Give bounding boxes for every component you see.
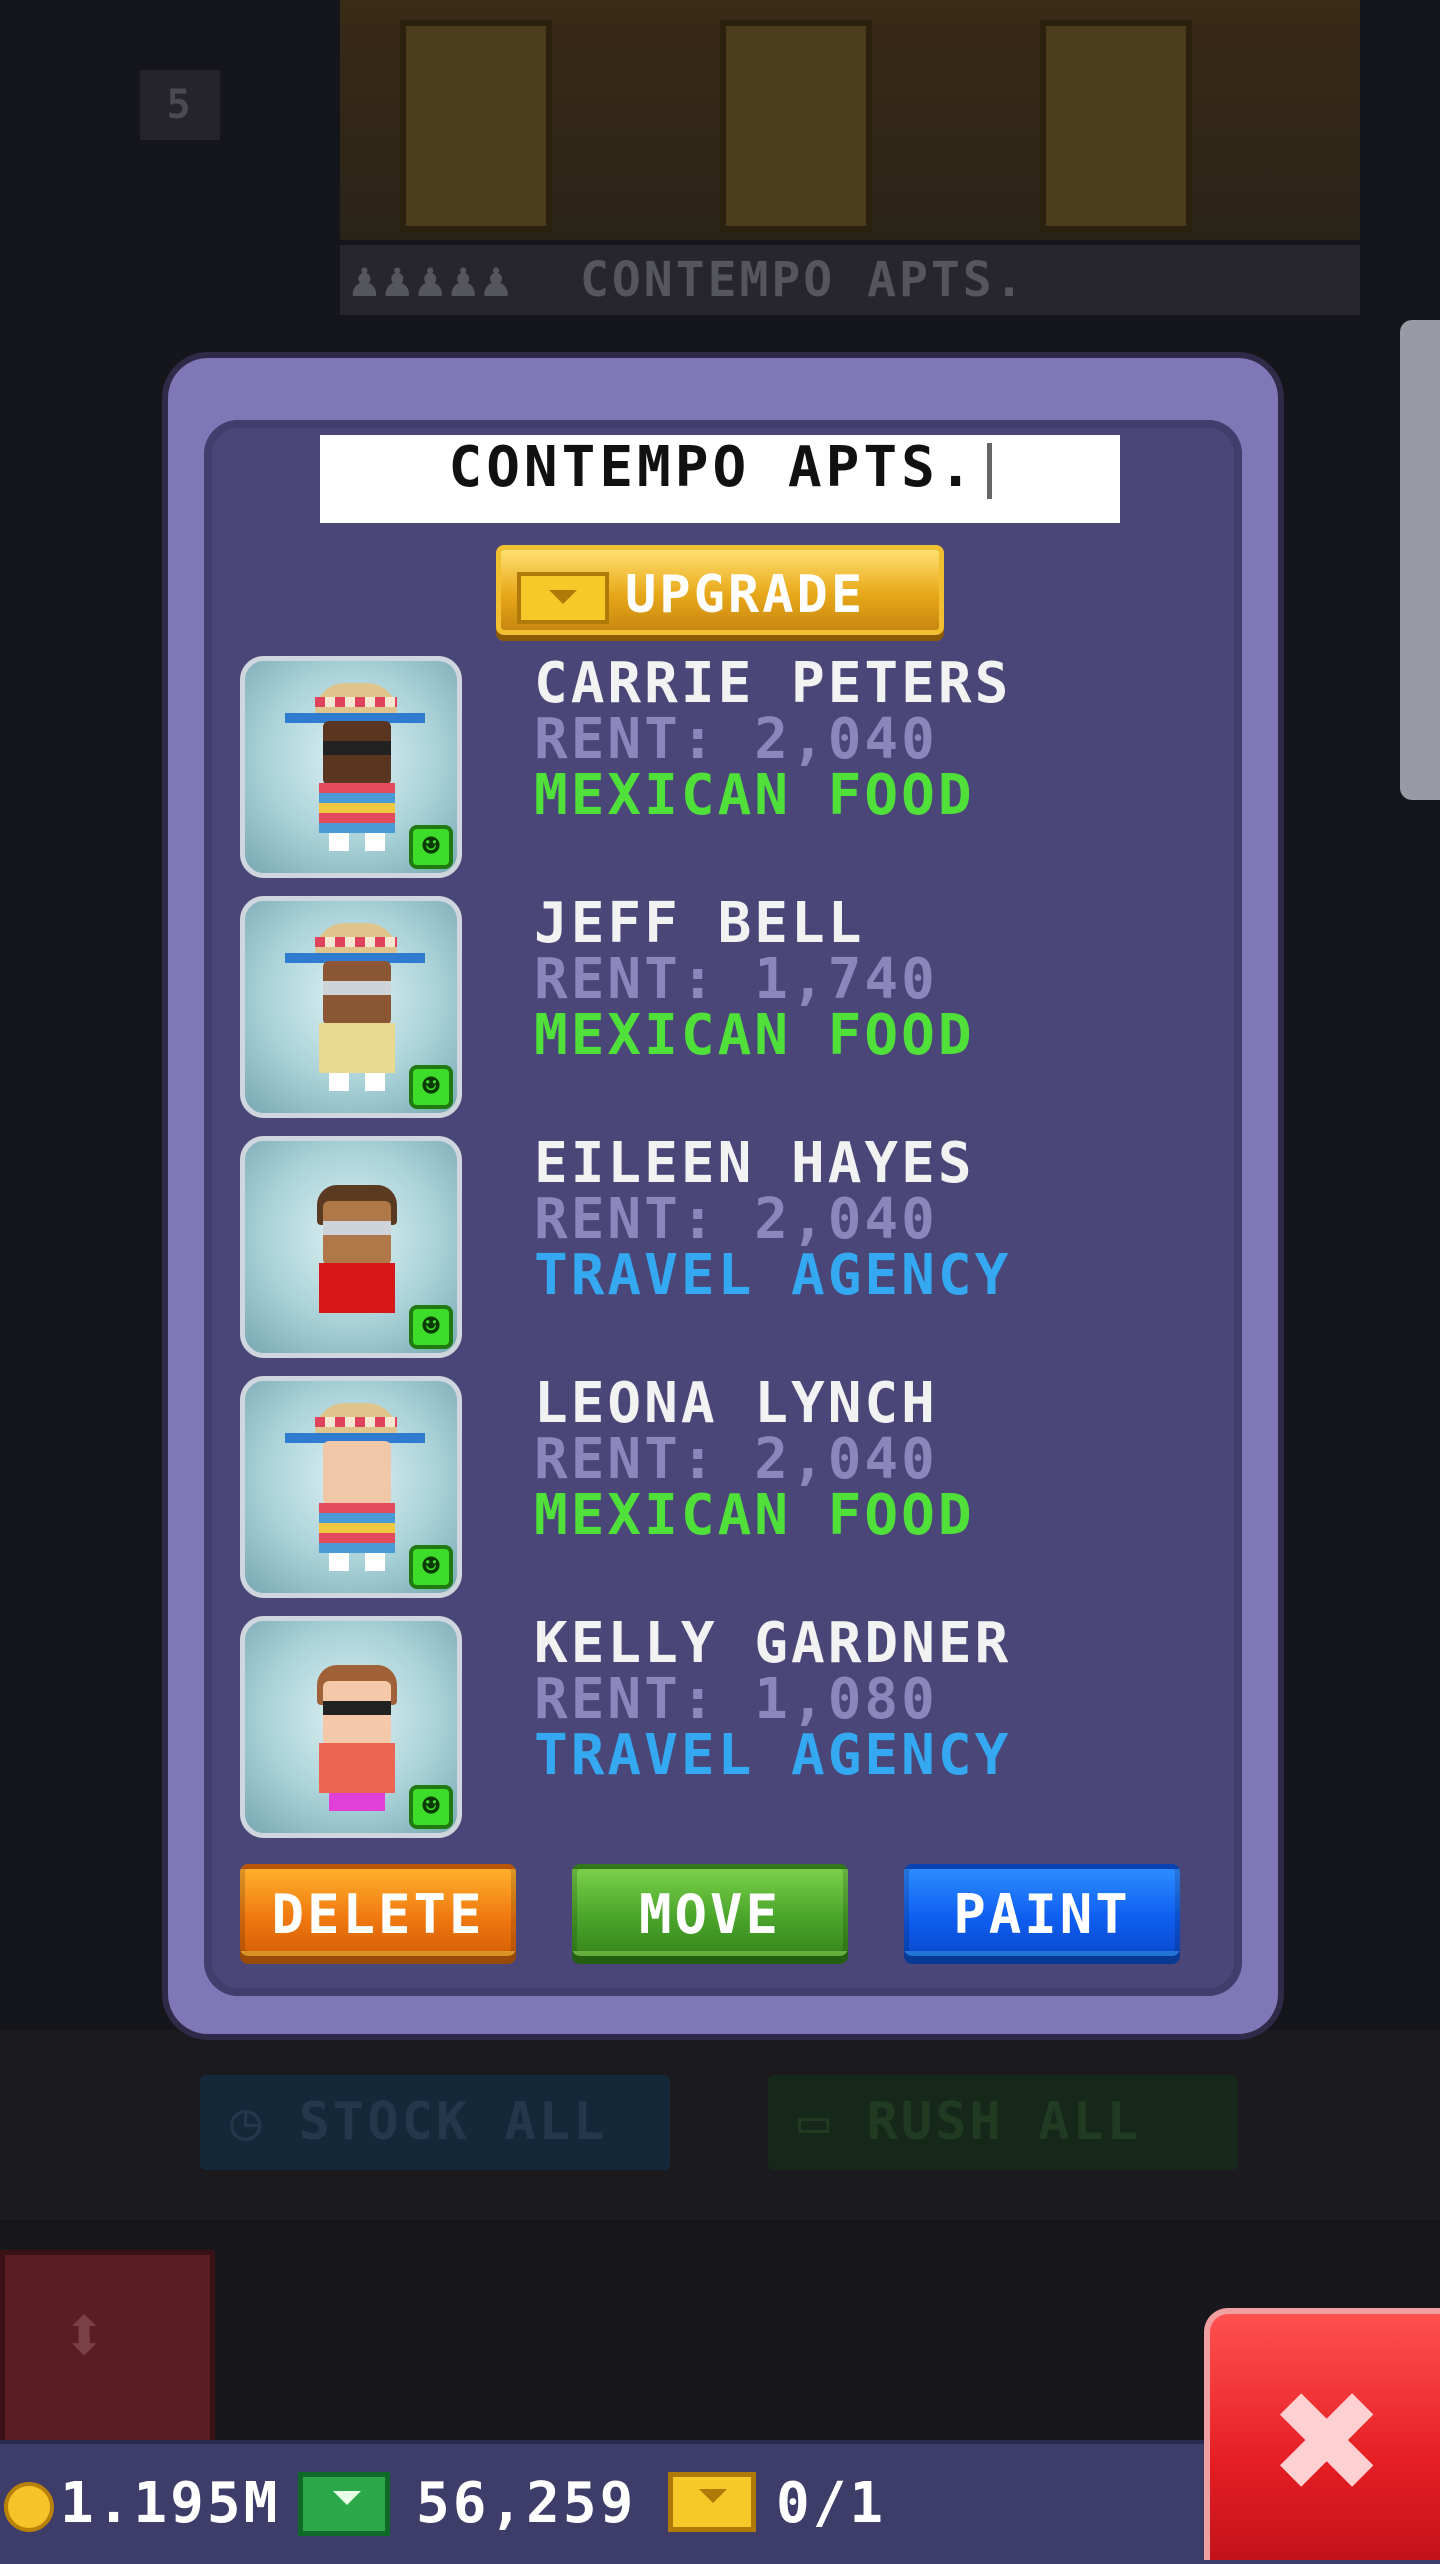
clock-icon: ◷ (230, 2092, 265, 2152)
floor-label: ♟♟♟♟♟ CONTEMPO APTS. (340, 245, 1360, 315)
floor-label-name: CONTEMPO APTS. (580, 252, 1027, 308)
resident-dream-job: MEXICAN FOOD (534, 763, 975, 828)
upgrade-label: UPGRADE (625, 565, 866, 625)
resident-row[interactable]: ☻ LEONA LYNCH RENT: 2,040 MEXICAN FOOD (240, 1371, 1200, 1602)
coin-icon (4, 2482, 54, 2532)
floor-window (1040, 20, 1192, 232)
cash-value: 56,259 (416, 2471, 637, 2536)
resident-row[interactable]: ☻ KELLY GARDNER RENT: 1,080 TRAVEL AGENC… (240, 1611, 1200, 1842)
delete-button[interactable]: DELETE (240, 1864, 516, 1956)
bux-icon: ▭ (798, 2092, 833, 2152)
close-button[interactable]: ✖ (1204, 2308, 1440, 2560)
resident-avatar[interactable]: ☻ (240, 1136, 462, 1358)
floor-name-value: CONTEMPO APTS. (448, 435, 977, 500)
close-icon: ✖ (1268, 2362, 1386, 2525)
bux-icon (517, 572, 609, 624)
bux-value: 0/1 (776, 2471, 887, 2536)
floor-window (720, 20, 872, 232)
resident-avatar[interactable]: ☻ (240, 1616, 462, 1838)
stock-all-button: ◷ STOCK ALL (200, 2075, 670, 2170)
floor-above-art (340, 0, 1360, 240)
resident-avatar[interactable]: ☻ (240, 896, 462, 1118)
elevator-button: ⬍ (0, 2250, 215, 2445)
floor-number: 5 (140, 70, 220, 140)
resident-avatar[interactable]: ☻ (240, 1376, 462, 1598)
resident-avatar[interactable]: ☻ (240, 656, 462, 878)
floor-name-input[interactable]: CONTEMPO APTS. (320, 435, 1120, 523)
smiley-icon: ☻ (409, 1065, 453, 1109)
move-button[interactable]: MOVE (572, 1864, 848, 1956)
up-down-arrows-icon: ⬍ (60, 2288, 109, 2381)
cash-icon (298, 2472, 390, 2536)
smiley-icon: ☻ (409, 1545, 453, 1589)
resident-row[interactable]: ☻ JEFF BELL RENT: 1,740 MEXICAN FOOD (240, 891, 1200, 1122)
resident-dream-job: TRAVEL AGENCY (534, 1243, 1012, 1308)
resident-dream-job: MEXICAN FOOD (534, 1483, 975, 1548)
resident-row[interactable]: ☻ EILEEN HAYES RENT: 2,040 TRAVEL AGENCY (240, 1131, 1200, 1362)
side-tab (1400, 320, 1440, 800)
bux-icon (668, 2472, 756, 2532)
smiley-icon: ☻ (409, 1305, 453, 1349)
paint-button[interactable]: PAINT (904, 1864, 1180, 1956)
resident-dream-job: TRAVEL AGENCY (534, 1723, 1012, 1788)
resident-dream-job: MEXICAN FOOD (534, 1003, 975, 1068)
floor-window (400, 20, 552, 232)
text-caret (986, 442, 992, 499)
rush-all-button: ▭ RUSH ALL (768, 2075, 1238, 2170)
smiley-icon: ☻ (409, 825, 453, 869)
rush-all-label: RUSH ALL (866, 2092, 1142, 2152)
coins-value: 1.195M (60, 2471, 281, 2536)
glasses-icon (323, 1701, 391, 1715)
floor-label-people-icons: ♟♟♟♟♟ (350, 252, 515, 308)
smiley-icon: ☻ (409, 1785, 453, 1829)
glasses-icon (323, 1221, 391, 1235)
upgrade-button[interactable]: UPGRADE (496, 545, 944, 635)
sunglasses-icon (323, 741, 391, 755)
stock-all-label: STOCK ALL (298, 2092, 608, 2152)
resident-row[interactable]: ☻ CARRIE PETERS RENT: 2,040 MEXICAN FOOD (240, 651, 1200, 882)
glasses-icon (323, 981, 391, 995)
